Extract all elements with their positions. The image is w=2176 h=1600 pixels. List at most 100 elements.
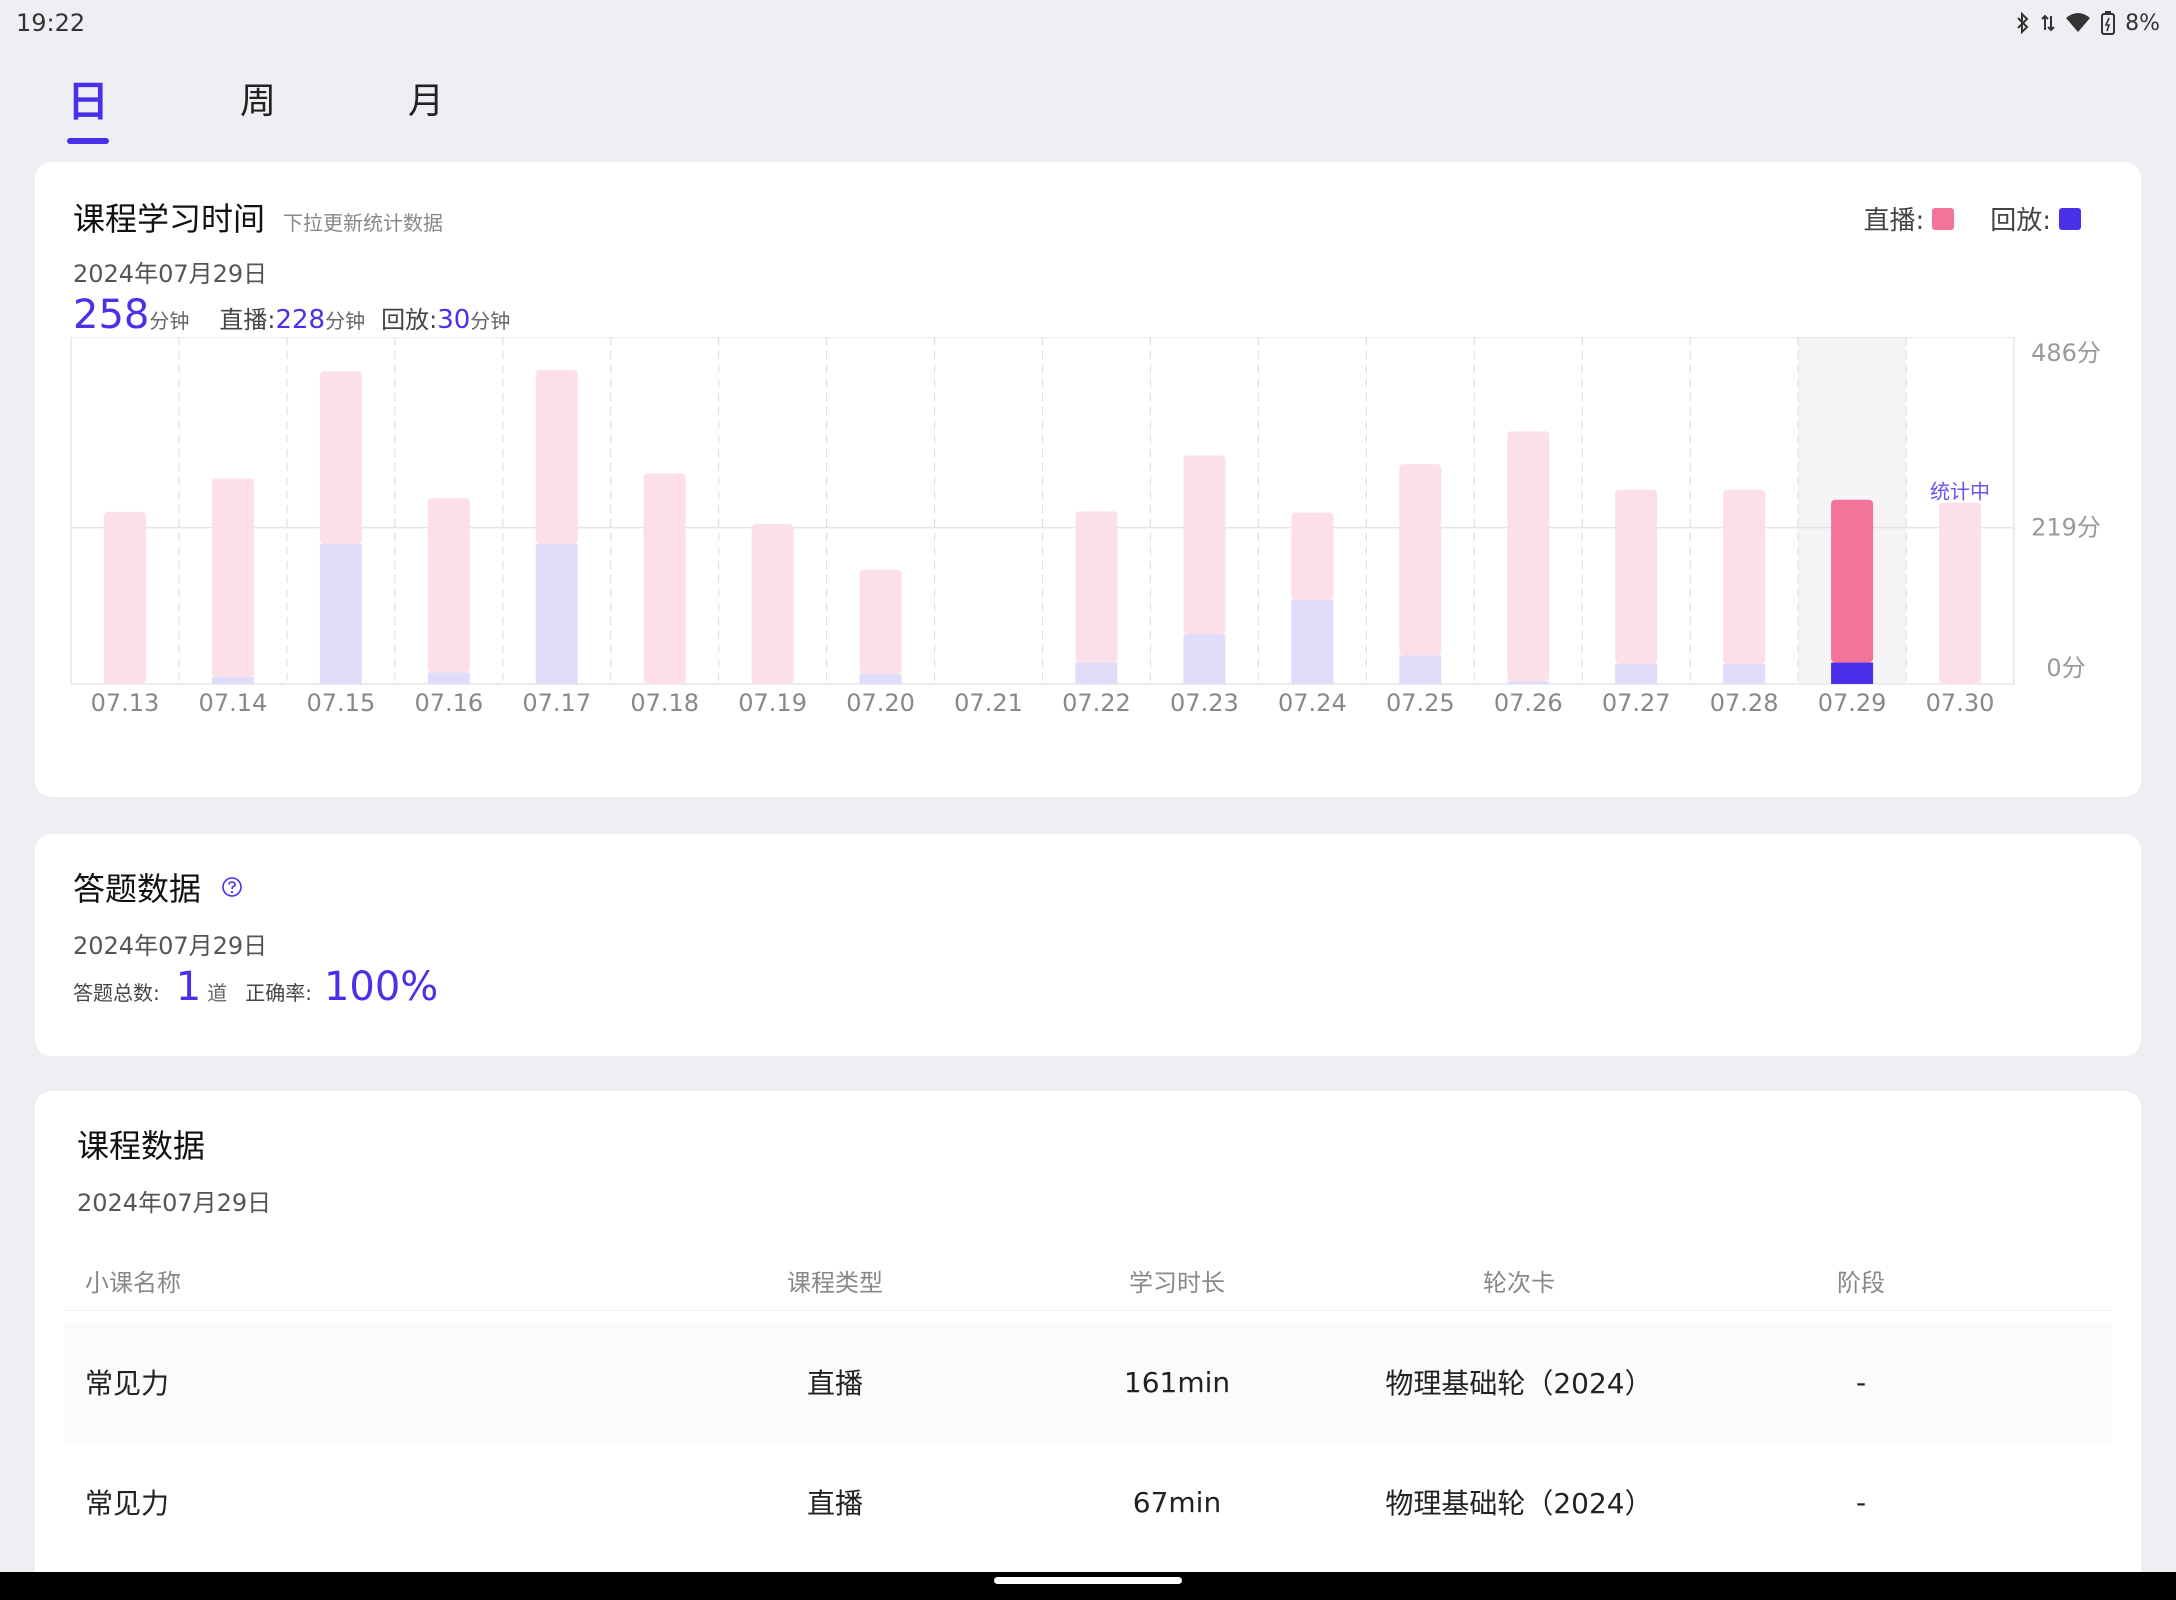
question-circle-icon[interactable] — [221, 876, 243, 898]
x-tick-label: 07.23 — [1170, 689, 1239, 717]
course-table-header: 小课名称 课程类型 学习时长 轮次卡 阶段 — [65, 1251, 2111, 1311]
legend-live-label: 直播: — [1863, 206, 1925, 236]
bar-replay-07.24 — [1291, 599, 1334, 684]
bar-replay-07.14 — [211, 676, 254, 684]
round-card: 物理基础轮（2024） — [1385, 1487, 1653, 1520]
study-duration: 161min — [1123, 1365, 1231, 1399]
bar-replay-07.28 — [1723, 664, 1766, 684]
bar-live-07.17 — [535, 369, 578, 545]
x-tick-label: 07.19 — [738, 689, 807, 717]
y-tick-label: 0分 — [2046, 654, 2085, 682]
bar-live-07.27 — [1615, 489, 1658, 665]
round-card: 物理基础轮（2024） — [1385, 1367, 1653, 1400]
chart-legend: 直播: 回放: — [1863, 200, 2081, 237]
tab-day[interactable]: 日 — [48, 72, 128, 144]
tab-week[interactable]: 周 — [218, 72, 298, 142]
x-tick-label: 07.29 — [1818, 689, 1887, 717]
period-tabs: 日 周 月 — [0, 72, 700, 152]
col-study-duration: 学习时长 — [1129, 1269, 1225, 1297]
lesson-name: 常见力 — [85, 1487, 170, 1520]
legend-live: 直播: — [1863, 200, 1955, 237]
bar-live-07.24 — [1291, 512, 1334, 600]
course-date: 2024年07月29日 — [77, 1189, 272, 1217]
table-row[interactable]: 常见力 直播 67min 物理基础轮（2024） - — [65, 1442, 2111, 1562]
wifi-icon — [2066, 13, 2091, 32]
study-date: 2024年07月29日 — [73, 260, 268, 288]
col-lesson-name: 小课名称 — [85, 1269, 181, 1297]
course-data-card: 课程数据 2024年07月29日 小课名称 课程类型 学习时长 轮次卡 阶段 常… — [35, 1091, 2141, 1600]
live-value: 228 — [275, 305, 326, 335]
study-card-subtitle: 下拉更新统计数据 — [283, 211, 444, 235]
bar-replay-07.29 — [1831, 662, 1874, 684]
tab-month[interactable]: 月 — [386, 72, 466, 142]
x-tick-label: 07.20 — [846, 689, 915, 717]
study-total-unit: 分钟 — [149, 309, 190, 333]
y-tick-label: 219分 — [2031, 514, 2101, 542]
study-time-chart[interactable]: 486分 219分 0分 07.13 07.14 07.15 07.16 07.17 07.18… — [35, 337, 2141, 807]
bar-replay-07.20 — [859, 674, 902, 684]
x-tick-label: 07.24 — [1278, 689, 1347, 717]
x-tick-label: 07.13 — [91, 689, 160, 717]
battery-icon — [2101, 11, 2116, 35]
legend-replay-swatch — [2059, 207, 2081, 230]
bar-live-07.19 — [751, 524, 794, 684]
course-card-title: 课程数据 — [77, 1127, 206, 1165]
x-tick-label: 07.27 — [1602, 689, 1671, 717]
x-tick-label: 07.16 — [414, 689, 483, 717]
table-row[interactable]: 常见力 直播 161min 物理基础轮（2024） - — [65, 1322, 2111, 1442]
status-icons: 8% — [2015, 11, 2160, 36]
lesson-name: 常见力 — [85, 1367, 170, 1400]
bar-live-07.30 — [1939, 502, 1982, 684]
col-course-type: 课程类型 — [787, 1269, 883, 1297]
quiz-summary: 答题总数: 1 道 正确率: 100% — [73, 964, 438, 1010]
legend-replay: 回放: — [1990, 200, 2081, 237]
bar-live-07.28 — [1723, 489, 1766, 665]
replay-label: 回放: — [381, 306, 438, 334]
x-tick-label: 07.14 — [199, 689, 268, 717]
study-card-title: 课程学习时间 — [73, 200, 266, 238]
bar-live-07.29 — [1831, 499, 1874, 663]
x-tick-label: 07.26 — [1494, 689, 1563, 717]
bar-live-07.23 — [1183, 455, 1226, 635]
bar-live-07.26 — [1507, 431, 1550, 682]
accuracy-value: 100% — [323, 964, 439, 1010]
x-tick-label: 07.22 — [1062, 689, 1131, 717]
legend-replay-label: 回放: — [1990, 206, 2051, 236]
x-tick-label: 07.15 — [307, 689, 376, 717]
bar-replay-07.22 — [1075, 662, 1118, 684]
study-summary: 258 分钟 直播: 228 分钟 回放: 30 分钟 — [73, 292, 510, 338]
live-unit: 分钟 — [325, 309, 366, 333]
course-type: 直播 — [806, 1487, 863, 1520]
col-round-card: 轮次卡 — [1483, 1269, 1555, 1297]
stage: - — [1855, 1365, 1867, 1399]
x-tick-label: 07.25 — [1386, 689, 1455, 717]
x-tick-label: 07.18 — [630, 689, 699, 717]
study-total: 258 — [73, 292, 150, 338]
quiz-card-title: 答题数据 — [73, 870, 202, 908]
bluetooth-icon — [2017, 12, 2029, 34]
x-tick-label: 07.17 — [522, 689, 591, 717]
stats-pending-label: 统计中 — [1930, 480, 1990, 504]
quiz-total-unit: 道 — [207, 981, 228, 1005]
bar-live-07.14 — [211, 478, 254, 677]
bar-live-07.16 — [427, 498, 470, 673]
x-tick-label: 07.28 — [1710, 689, 1779, 717]
stage: - — [1855, 1485, 1867, 1519]
battery-percent: 8% — [2125, 10, 2160, 36]
accuracy-label: 正确率: — [245, 981, 312, 1005]
replay-unit: 分钟 — [470, 309, 511, 333]
bar-live-07.18 — [643, 473, 686, 684]
live-label: 直播: — [219, 306, 276, 334]
status-bar: 19:22 8% — [0, 0, 2176, 46]
course-type: 直播 — [806, 1367, 863, 1400]
study-duration: 67min — [1132, 1485, 1222, 1519]
y-tick-label: 486分 — [2031, 339, 2101, 367]
bar-replay-07.27 — [1615, 664, 1658, 684]
bar-replay-07.23 — [1183, 634, 1226, 684]
quiz-date: 2024年07月29日 — [73, 932, 268, 960]
bar-live-07.13 — [103, 511, 146, 684]
signal-icon — [2041, 14, 2055, 32]
home-gesture-handle[interactable] — [994, 1577, 1182, 1584]
replay-value: 30 — [437, 305, 471, 335]
x-tick-label: 07.21 — [954, 689, 1023, 717]
